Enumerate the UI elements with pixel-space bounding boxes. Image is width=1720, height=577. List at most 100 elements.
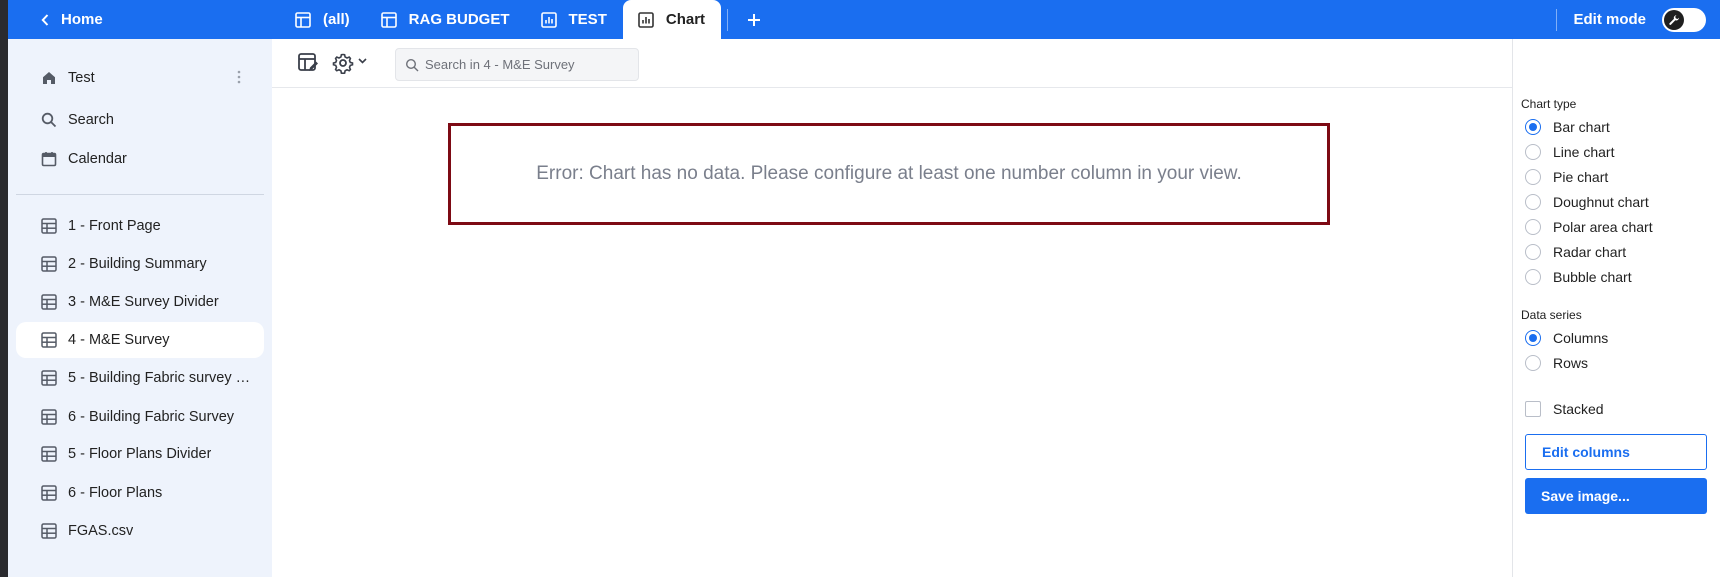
sidebar-item-label: 6 - Building Fabric Survey <box>68 409 235 425</box>
radio-label: Radar chart <box>1553 244 1627 260</box>
top-bar: Home (all) RAG BUDGET TEST Chart Edit mo… <box>8 0 1720 39</box>
table-icon <box>41 523 57 539</box>
sidebar-item-table[interactable]: 3 - M&E Survey Divider <box>16 284 264 320</box>
sidebar-item-table[interactable]: 6 - Building Fabric Survey <box>16 399 264 435</box>
chart-type-option-bar[interactable]: Bar chart <box>1525 119 1610 135</box>
tab-label: Chart <box>665 11 706 28</box>
chevron-left-icon <box>41 13 49 26</box>
save-image-button[interactable]: Save image... <box>1525 478 1707 514</box>
table-icon <box>380 11 397 28</box>
chart-type-option-doughnut[interactable]: Doughnut chart <box>1525 194 1649 210</box>
chart-icon <box>540 11 557 28</box>
search-box[interactable] <box>395 48 639 81</box>
radio-label: Polar area chart <box>1553 219 1653 235</box>
radio-unselected-icon <box>1525 194 1541 210</box>
search-input[interactable] <box>425 57 625 72</box>
edit-mode-label: Edit mode <box>1573 11 1646 28</box>
radio-unselected-icon <box>1525 244 1541 260</box>
chart-type-option-line[interactable]: Line chart <box>1525 144 1614 160</box>
data-series-option-rows[interactable]: Rows <box>1525 355 1588 371</box>
tab-label: (all) <box>323 11 350 28</box>
edit-columns-button[interactable]: Edit columns <box>1525 434 1707 470</box>
sidebar: Test Search Calendar 1 - Front Page 2 - … <box>8 39 272 577</box>
sidebar-item-calendar[interactable]: Calendar <box>16 141 264 177</box>
radio-selected-icon <box>1525 119 1541 135</box>
calendar-icon <box>41 152 57 167</box>
tab-test[interactable]: TEST <box>526 0 623 39</box>
sidebar-item-test[interactable]: Test <box>16 60 264 96</box>
radio-label: Rows <box>1553 355 1589 371</box>
main-content: Error: Chart has no data. Please configu… <box>272 39 1512 577</box>
sidebar-item-label: Test <box>68 70 95 86</box>
sidebar-item-table[interactable]: 1 - Front Page <box>16 208 264 244</box>
table-icon <box>41 294 57 310</box>
sidebar-item-label: 6 - Floor Plans <box>68 485 163 501</box>
sidebar-item-label: Search <box>68 112 114 128</box>
chart-type-option-bubble[interactable]: Bubble chart <box>1525 269 1632 285</box>
table-icon <box>41 256 57 272</box>
data-series-option-columns[interactable]: Columns <box>1525 330 1608 346</box>
checkbox-label: Stacked <box>1553 401 1604 417</box>
radio-unselected-icon <box>1525 355 1541 371</box>
topbar-separator <box>1556 8 1558 31</box>
home-label: Home <box>61 11 103 28</box>
sidebar-item-table[interactable]: 5 - Building Fabric survey Divider <box>16 360 264 396</box>
sidebar-item-table[interactable]: 6 - Floor Plans <box>16 475 264 511</box>
tab-bar: (all) RAG BUDGET TEST Chart <box>280 0 768 39</box>
sidebar-item-label: Calendar <box>68 151 127 167</box>
radio-unselected-icon <box>1525 219 1541 235</box>
plus-icon <box>748 13 761 26</box>
sidebar-item-table[interactable]: 2 - Building Summary <box>16 246 264 282</box>
sidebar-item-label: 2 - Building Summary <box>68 256 207 272</box>
chart-type-option-polar-area[interactable]: Polar area chart <box>1525 219 1653 235</box>
sidebar-item-table[interactable]: 5 - Floor Plans Divider <box>16 436 264 472</box>
chart-type-heading: Chart type <box>1521 97 1577 111</box>
radio-label: Line chart <box>1553 144 1615 160</box>
table-icon <box>295 11 311 28</box>
sidebar-item-label: 5 - Building Fabric survey Divider <box>68 370 254 386</box>
tab-all[interactable]: (all) <box>280 0 366 39</box>
more-options-icon[interactable] <box>237 70 241 84</box>
edit-mode-control: Edit mode <box>1556 0 1706 39</box>
chart-icon <box>638 11 654 28</box>
chart-error-message: Error: Chart has no data. Please configu… <box>448 123 1330 225</box>
toolbar <box>272 39 1512 88</box>
sidebar-item-label: 4 - M&E Survey <box>68 332 170 348</box>
chart-type-option-radar[interactable]: Radar chart <box>1525 244 1626 260</box>
gear-icon[interactable] <box>332 52 354 74</box>
data-series-heading: Data series <box>1521 308 1582 322</box>
tab-chart[interactable]: Chart <box>622 0 722 39</box>
checkbox-icon <box>1525 401 1541 417</box>
radio-unselected-icon <box>1525 269 1541 285</box>
stacked-checkbox[interactable]: Stacked <box>1525 401 1604 417</box>
search-icon <box>405 58 419 71</box>
chart-type-option-pie[interactable]: Pie chart <box>1525 169 1608 185</box>
edit-mode-toggle[interactable] <box>1662 7 1706 32</box>
search-icon <box>41 112 57 128</box>
table-icon <box>41 332 57 348</box>
tab-rag-budget[interactable]: RAG BUDGET <box>366 0 526 39</box>
sidebar-item-label: FGAS.csv <box>68 523 134 539</box>
sidebar-item-label: 1 - Front Page <box>68 218 161 234</box>
sidebar-item-search[interactable]: Search <box>16 102 264 138</box>
add-tab-button[interactable] <box>740 0 768 39</box>
radio-label: Pie chart <box>1553 169 1609 185</box>
table-icon <box>41 409 57 425</box>
app-window: Home (all) RAG BUDGET TEST Chart Edit mo… <box>8 0 1720 577</box>
edit-view-icon[interactable] <box>297 52 319 74</box>
table-icon <box>41 446 57 462</box>
home-link[interactable]: Home <box>41 0 103 39</box>
radio-label: Bar chart <box>1553 119 1610 135</box>
chevron-down-icon[interactable] <box>358 58 367 64</box>
radio-selected-icon <box>1525 330 1541 346</box>
sidebar-item-table[interactable]: FGAS.csv <box>16 513 264 549</box>
sidebar-item-table-active[interactable]: 4 - M&E Survey <box>16 322 264 358</box>
radio-label: Bubble chart <box>1553 269 1632 285</box>
table-icon <box>41 485 57 501</box>
home-icon <box>43 72 55 84</box>
radio-unselected-icon <box>1525 144 1541 160</box>
radio-label: Doughnut chart <box>1553 194 1649 210</box>
tab-label: RAG BUDGET <box>408 11 510 28</box>
tab-separator <box>727 8 729 31</box>
table-icon <box>41 218 57 234</box>
